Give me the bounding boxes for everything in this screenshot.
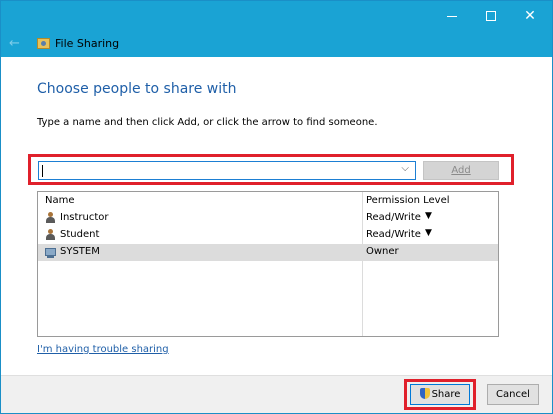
permission-level[interactable]: Read/Write (366, 212, 421, 223)
user-icon (45, 229, 56, 241)
permissions-list[interactable]: Name Permission Level Instructor Read/Wr… (37, 191, 499, 337)
add-button[interactable]: Add (423, 161, 499, 180)
uac-shield-icon (419, 388, 430, 399)
share-label: Share (431, 389, 461, 400)
minimize-button[interactable] (433, 1, 471, 33)
file-sharing-icon (37, 38, 50, 49)
text-caret (42, 165, 43, 177)
column-header-name[interactable]: Name (45, 195, 75, 206)
dialog-content: Choose people to share with Type a name … (1, 57, 552, 375)
column-header-permission[interactable]: Permission Level (366, 195, 450, 206)
dropdown-arrow-icon[interactable]: ▼ (425, 211, 432, 221)
page-title: Choose people to share with (37, 81, 237, 97)
window-title: File Sharing (55, 37, 120, 50)
list-item[interactable]: Student Read/Write ▼ (38, 227, 498, 244)
list-item[interactable]: Instructor Read/Write ▼ (38, 210, 498, 227)
permission-level[interactable]: Read/Write (366, 229, 421, 240)
instruction-text: Type a name and then click Add, or click… (37, 117, 378, 128)
dialog-footer: Share Cancel (1, 375, 552, 413)
dropdown-arrow-icon[interactable]: ▼ (425, 228, 432, 238)
permission-level: Owner (366, 246, 399, 257)
file-sharing-window: ✕ ← File Sharing Choose people to share … (0, 0, 553, 414)
maximize-icon (486, 11, 496, 21)
dialog-header: ← File Sharing (1, 33, 552, 57)
share-button[interactable]: Share (410, 384, 470, 405)
user-name: SYSTEM (60, 246, 100, 257)
name-combobox[interactable]: ⌵ (38, 161, 416, 180)
user-name: Instructor (60, 212, 109, 223)
trouble-sharing-link[interactable]: I'm having trouble sharing (37, 344, 169, 355)
user-name: Student (60, 229, 100, 240)
list-header: Name Permission Level (38, 192, 498, 210)
system-icon (45, 246, 56, 258)
minimize-icon (447, 16, 457, 17)
chevron-down-icon[interactable]: ⌵ (401, 163, 409, 174)
maximize-button[interactable] (472, 1, 510, 33)
close-button[interactable]: ✕ (511, 1, 549, 33)
list-item-selected[interactable]: SYSTEM Owner (38, 244, 498, 261)
cancel-button[interactable]: Cancel (487, 384, 539, 405)
back-arrow-icon[interactable]: ← (9, 36, 20, 51)
user-icon (45, 212, 56, 224)
close-icon: ✕ (524, 8, 536, 24)
title-bar[interactable]: ✕ (1, 1, 552, 33)
